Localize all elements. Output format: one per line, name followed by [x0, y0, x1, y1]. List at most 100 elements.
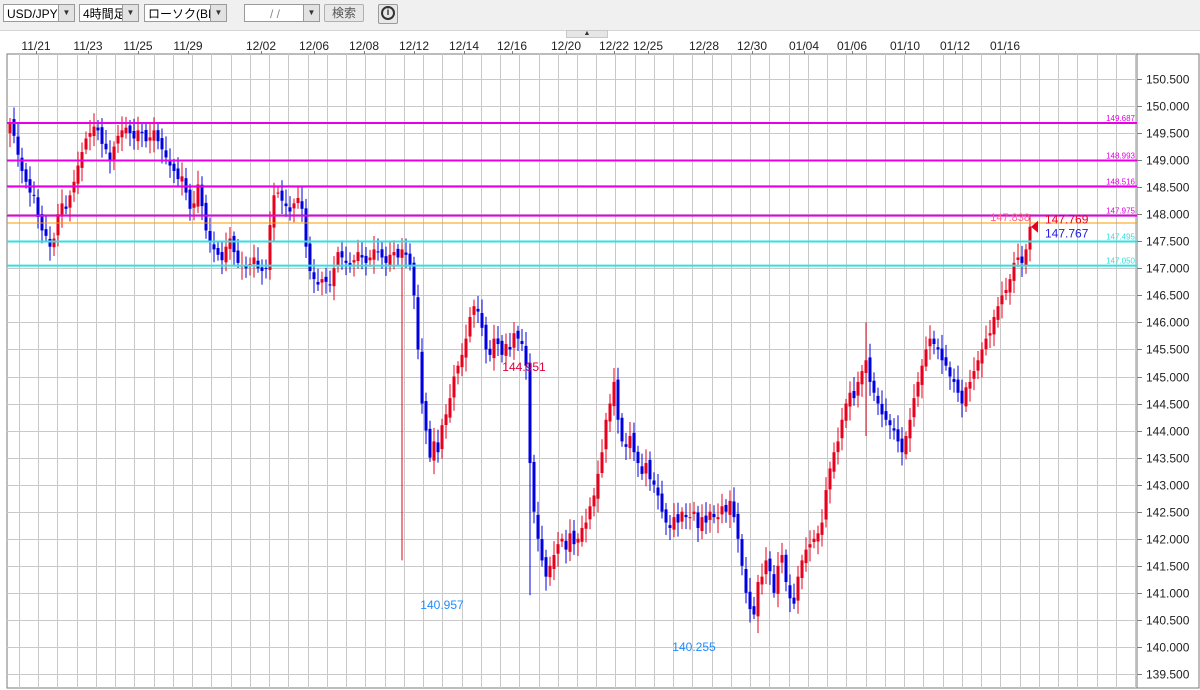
candle-body [48, 238, 52, 247]
candle-body [32, 194, 36, 196]
candle-body [848, 392, 852, 407]
y-tick-label: 143.500 [1146, 452, 1190, 466]
candle-body [992, 317, 996, 335]
candle-body [576, 538, 580, 543]
candle-body [900, 438, 904, 453]
level-line-label: 147.975 [1106, 207, 1135, 216]
candle-body [196, 184, 200, 207]
candle-body [664, 509, 668, 523]
candle-body [932, 338, 936, 345]
candle-body [604, 419, 608, 450]
candle-body [952, 379, 956, 382]
x-tick-label: 12/08 [349, 39, 379, 53]
candle-body [288, 207, 292, 212]
candle-body [120, 130, 124, 138]
candle-body [864, 360, 868, 373]
y-tick-label: 139.500 [1146, 668, 1190, 682]
candle-body [324, 276, 328, 282]
candle-body [308, 243, 312, 272]
y-tick-label: 148.000 [1146, 208, 1190, 222]
candle-body [972, 371, 976, 379]
candle-body [424, 401, 428, 431]
chevron-down-icon[interactable]: ▼ [303, 5, 319, 21]
candle-body [488, 348, 492, 355]
candle-body [680, 511, 684, 522]
y-tick-label: 146.500 [1146, 289, 1190, 303]
candle-body [244, 266, 248, 269]
candle-body [156, 130, 160, 142]
candle-body [504, 344, 508, 356]
candle-body [740, 539, 744, 566]
candle-body [268, 225, 272, 270]
symbol-select[interactable]: USD/JPY ▼ [3, 4, 75, 22]
date-input[interactable]: / / ▼ [244, 4, 320, 22]
candle-body [76, 165, 80, 184]
candle-body [856, 381, 860, 396]
candle-body [984, 338, 988, 350]
y-tick-label: 148.500 [1146, 181, 1190, 195]
candle-body [296, 198, 300, 204]
search-button[interactable]: 検索 [324, 4, 364, 22]
x-tick-label: 01/04 [789, 39, 819, 53]
candle-body [336, 252, 340, 266]
timeframe-select[interactable]: 4時間足 ▼ [79, 4, 139, 22]
candle-body [592, 495, 596, 507]
info-button[interactable]: i [378, 4, 398, 24]
candle-body [816, 533, 820, 542]
candle-body [328, 284, 332, 286]
candle-body [436, 442, 440, 453]
candle-body [116, 135, 120, 144]
candle-body [556, 544, 560, 554]
candle-body [672, 517, 676, 530]
y-tick-label: 149.500 [1146, 127, 1190, 141]
candle-body [396, 248, 400, 258]
x-tick-label: 12/25 [633, 39, 663, 53]
candle-body [372, 249, 376, 260]
candle-body [40, 214, 44, 231]
candle-body [44, 229, 48, 236]
candle-body [60, 203, 64, 215]
candle-body [36, 197, 40, 217]
chart-toolbar: USD/JPY ▼ 4時間足 ▼ ローソク(BID) ▼ / / ▼ 検索 i [0, 0, 1200, 31]
candle-body [888, 420, 892, 426]
candle-body [588, 506, 592, 520]
extreme-price-label: 140.957 [420, 598, 464, 612]
chevron-down-icon[interactable]: ▼ [58, 5, 74, 21]
candle-body [632, 432, 636, 453]
candle-body [804, 549, 808, 564]
candle-body [808, 544, 812, 548]
x-tick-label: 12/16 [497, 39, 527, 53]
candle-body [92, 126, 96, 137]
candle-body [252, 257, 256, 265]
candle-body [392, 252, 396, 256]
candle-body [732, 501, 736, 518]
candle-body [204, 202, 208, 231]
price-type-select[interactable]: ローソク(BID) ▼ [144, 4, 227, 22]
candle-body [544, 557, 548, 577]
candle-body [224, 246, 228, 263]
candle-body [764, 560, 768, 575]
candle-body [200, 184, 204, 207]
extreme-price-label: 144.951 [502, 360, 546, 374]
candle-body [1000, 295, 1004, 305]
candle-body [292, 203, 296, 209]
candle-body [572, 530, 576, 545]
candle-body [976, 360, 980, 371]
candle-body [884, 411, 888, 420]
candle-body [172, 163, 176, 171]
candle-body [912, 398, 916, 418]
candle-body [128, 125, 132, 134]
chevron-down-icon[interactable]: ▼ [210, 5, 226, 21]
bid-price-label: 147.767 [1045, 227, 1089, 241]
candle-body [452, 376, 456, 398]
chevron-down-icon[interactable]: ▼ [122, 5, 138, 21]
candle-body [456, 365, 460, 374]
candle-body [744, 568, 748, 593]
level-line-label: 148.516 [1106, 177, 1135, 186]
candle-body [148, 137, 152, 141]
candle-body [708, 511, 712, 520]
candle-body [388, 254, 392, 267]
candle-body [256, 260, 260, 269]
candle-body [828, 468, 832, 490]
collapse-toolbar-button[interactable]: ▲ [566, 30, 608, 38]
